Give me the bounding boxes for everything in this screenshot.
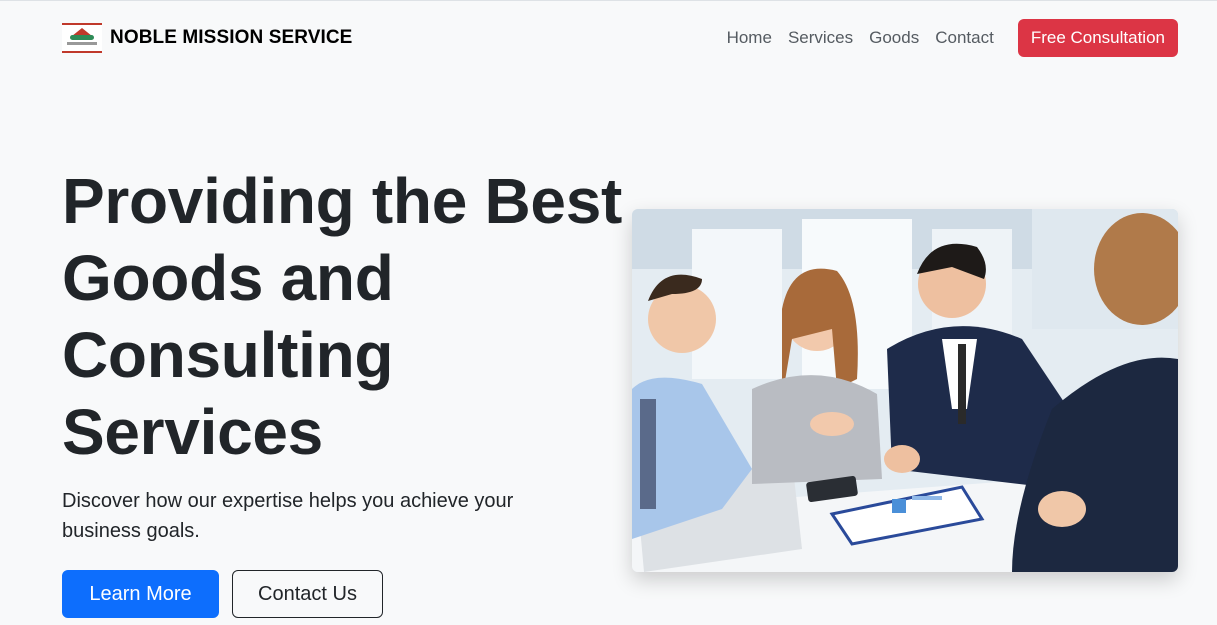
hero-subtitle: Discover how our expertise helps you ach… <box>62 490 514 542</box>
contact-us-button[interactable]: Contact Us <box>232 570 383 618</box>
brand[interactable]: NOBLE MISSION SERVICE <box>62 23 352 53</box>
main-nav: Home Services Goods Contact Free Consult… <box>727 19 1178 57</box>
nav-home[interactable]: Home <box>727 19 772 57</box>
nav-goods[interactable]: Goods <box>869 19 919 57</box>
nav-services[interactable]: Services <box>788 19 853 57</box>
company-logo-icon <box>62 23 102 53</box>
business-meeting-illustration <box>632 209 1178 572</box>
hero-image <box>632 209 1178 572</box>
brand-name: NOBLE MISSION SERVICE <box>110 27 353 48</box>
navbar: NOBLE MISSION SERVICE Home Services Good… <box>0 1 1217 73</box>
learn-more-button[interactable]: Learn More <box>62 570 219 618</box>
free-consultation-button[interactable]: Free Consultation <box>1017 19 1178 57</box>
nav-contact[interactable]: Contact <box>935 19 994 57</box>
hero-title: Providing the Best Goods and Consulting … <box>62 165 623 468</box>
